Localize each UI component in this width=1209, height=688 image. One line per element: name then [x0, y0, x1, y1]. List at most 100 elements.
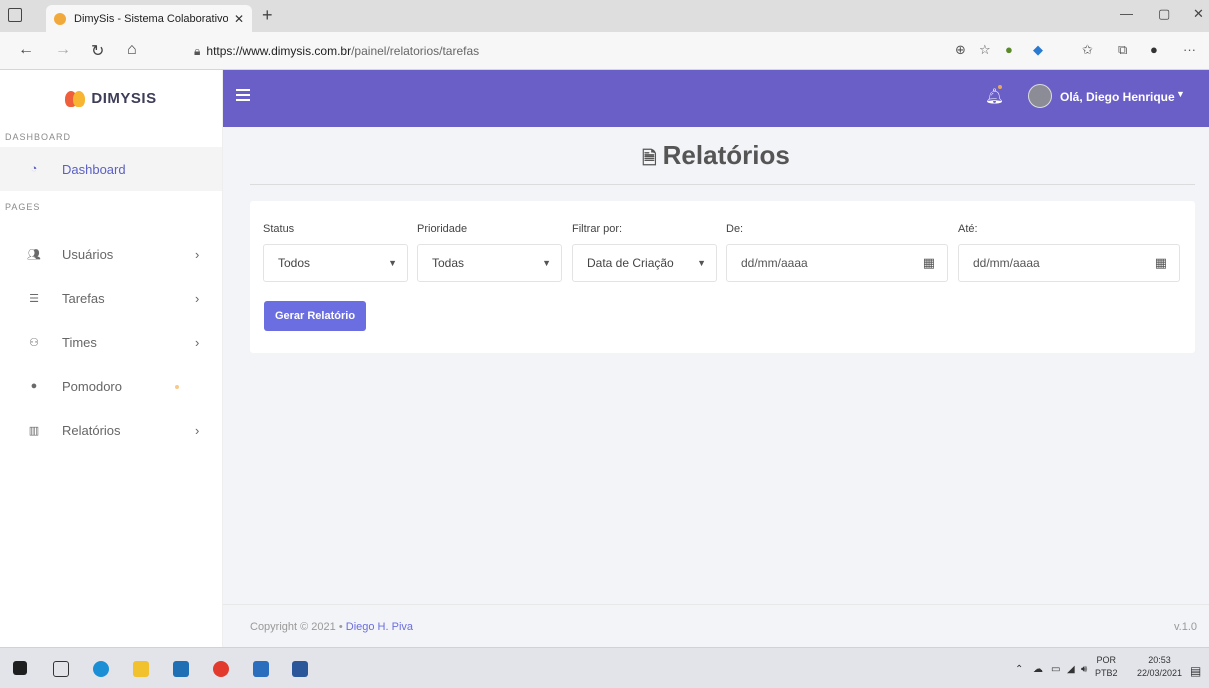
url-path: /painel/relatorios/tarefas [351, 44, 480, 58]
notifications-icon[interactable]: ▤ [1190, 664, 1201, 678]
mail-icon[interactable] [173, 661, 189, 677]
extension-icon[interactable]: ● [1005, 42, 1013, 57]
caret-down-icon[interactable]: ▼ [1176, 89, 1185, 99]
from-date-input[interactable]: dd/mm/aaaa ▦ [726, 244, 948, 282]
dashboard-icon: ◔ [30, 163, 38, 175]
sidebar-item-pomodoro[interactable]: ● Pomodoro [0, 364, 222, 408]
more-options-icon[interactable]: ··· [1183, 42, 1196, 57]
back-icon[interactable]: ← [18, 41, 34, 59]
tasks-icon: ☰ [29, 292, 39, 305]
footer: Copyright © 2021 • Diego H. Piva v.1.0 [223, 604, 1209, 647]
tray-overflow-icon[interactable]: ⌃ [1015, 664, 1023, 675]
menu-toggle-icon[interactable] [236, 89, 250, 101]
battery-icon[interactable]: ▭ [1051, 664, 1060, 675]
collections-icon[interactable]: ⧉ [1118, 42, 1127, 58]
sidebar-item-usuarios[interactable]: 👥︎ Usuários › [0, 232, 222, 276]
status-value: Todos [278, 256, 311, 270]
sidebar-item-relatorios[interactable]: ▥ Relatórios › [0, 408, 222, 452]
pomodoro-indicator [175, 385, 179, 389]
close-window-button[interactable]: ✕ [1193, 6, 1204, 22]
opera-browser-icon[interactable] [213, 661, 229, 677]
favorites-list-icon[interactable]: ✩ [1082, 42, 1093, 58]
filter-by-select[interactable]: Data de Criação ▼ [572, 244, 717, 282]
sidebar-item-label: Relatórios [62, 422, 121, 438]
users-icon: 👥︎ [27, 248, 41, 261]
sidebar-item-label: Dashboard [62, 161, 126, 177]
author-link[interactable]: Diego H. Piva [346, 621, 413, 633]
user-greeting[interactable]: Olá, Diego Henrique [1060, 90, 1175, 104]
onedrive-icon[interactable]: ☁︎ [1033, 664, 1043, 675]
tab-actions-icon[interactable] [8, 8, 22, 22]
pdf-file-icon: 🗎︎ [642, 148, 657, 168]
volume-icon[interactable]: 🔊︎ [1081, 664, 1087, 675]
sidebar-item-label: Usuários [62, 246, 114, 262]
teams-icon: ⚇ [29, 336, 39, 349]
lock-icon: 🔒︎ [194, 44, 201, 58]
calendar-icon[interactable]: ▦ [1155, 255, 1167, 271]
refresh-icon[interactable]: ↻ [91, 41, 104, 61]
minimize-button[interactable]: — [1120, 6, 1133, 21]
to-date-placeholder: dd/mm/aaaa [973, 256, 1040, 270]
language-code: POR [1096, 655, 1117, 665]
profile-icon[interactable]: ● [1150, 42, 1158, 57]
keyboard-layout: PTB2 [1095, 668, 1118, 678]
word-icon[interactable] [292, 661, 308, 677]
task-view-icon[interactable] [53, 661, 69, 677]
sidebar: DIMYSIS DASHBOARD ◔ Dashboard PAGES 👥︎ U… [0, 70, 223, 647]
copyright: Copyright © 2021 • Diego H. Piva [250, 621, 413, 633]
clock-date: 22/03/2021 [1137, 668, 1183, 678]
bell-icon[interactable]: 🔔︎ [985, 87, 1004, 105]
chevron-right-icon: › [195, 334, 200, 350]
chevron-down-icon: ▼ [388, 258, 397, 268]
calendar-icon[interactable]: ▦ [923, 255, 935, 271]
remote-desktop-icon[interactable] [253, 661, 269, 677]
main-content: 🗎︎ Relatórios Status Todos ▼ Prioridade T… [223, 127, 1209, 647]
to-date-input[interactable]: dd/mm/aaaa ▦ [958, 244, 1180, 282]
status-select[interactable]: Todos ▼ [263, 244, 408, 282]
address-bar-row: ← → ↻ ⌂ 🔒︎ https://www.dimysis.com.br/pai… [0, 32, 1209, 70]
url-field[interactable]: 🔒︎ https://www.dimysis.com.br/painel/rela… [194, 44, 479, 59]
chevron-right-icon: › [195, 290, 200, 306]
sidebar-item-dashboard[interactable]: ◔ Dashboard [0, 147, 222, 191]
avatar[interactable] [1028, 84, 1052, 108]
chart-icon: ▥ [28, 424, 40, 437]
sidebar-item-times[interactable]: ⚇ Times › [0, 320, 222, 364]
forward-icon[interactable]: → [55, 41, 71, 59]
priority-label: Prioridade [417, 223, 468, 235]
favorite-star-icon[interactable]: ☆ [979, 42, 991, 58]
site-favicon-icon [54, 12, 66, 25]
topbar: 🔔︎ Olá, Diego Henrique ▼ [223, 70, 1209, 127]
wifi-icon[interactable]: ◢ [1067, 664, 1075, 675]
priority-select[interactable]: Todas ▼ [417, 244, 562, 282]
edge-browser-icon[interactable] [93, 661, 109, 677]
chevron-down-icon: ▼ [542, 258, 551, 268]
tab-close-icon[interactable]: ✕ [234, 12, 244, 26]
new-tab-button[interactable]: + [262, 5, 273, 26]
sidebar-item-label: Times [62, 334, 97, 350]
brand-logo[interactable]: DIMYSIS [0, 70, 222, 127]
system-clock[interactable]: 20:53 22/03/2021 [1137, 654, 1182, 680]
browser-tab[interactable]: DimySis - Sistema Colaborativo ✕ [46, 5, 252, 32]
maximize-button[interactable]: ▢ [1158, 6, 1170, 22]
pomodoro-icon: ● [30, 380, 38, 392]
windows-taskbar: ⌃ ☁︎ ▭ ◢ 🔊︎ POR PTB2 20:53 22/03/2021 ▤ [0, 647, 1209, 688]
sidebar-item-tarefas[interactable]: ☰ Tarefas › [0, 276, 222, 320]
language-indicator[interactable]: POR PTB2 [1095, 654, 1118, 680]
filter-by-label: Filtrar por: [572, 223, 623, 235]
url-base: https://www.dimysis.com.br [206, 44, 352, 58]
generate-report-button[interactable]: Gerar Relatório [264, 301, 366, 331]
file-explorer-icon[interactable] [133, 661, 149, 677]
filter-by-value: Data de Criação [587, 256, 674, 270]
windows-start-icon[interactable] [13, 661, 27, 675]
extension-2-icon[interactable]: ◆ [1033, 42, 1043, 58]
zoom-icon[interactable]: ⊕ [955, 42, 966, 58]
clock-time: 20:53 [1148, 655, 1171, 665]
status-label: Status [263, 223, 295, 235]
app-version: v.1.0 [1173, 621, 1197, 633]
from-date-placeholder: dd/mm/aaaa [741, 256, 808, 270]
priority-value: Todas [432, 256, 465, 270]
copyright-text: Copyright © 2021 • [250, 621, 343, 633]
page-title: 🗎︎ Relatórios [223, 140, 1209, 176]
home-icon[interactable]: ⌂ [127, 41, 137, 59]
dimysis-logo-icon [65, 90, 87, 107]
